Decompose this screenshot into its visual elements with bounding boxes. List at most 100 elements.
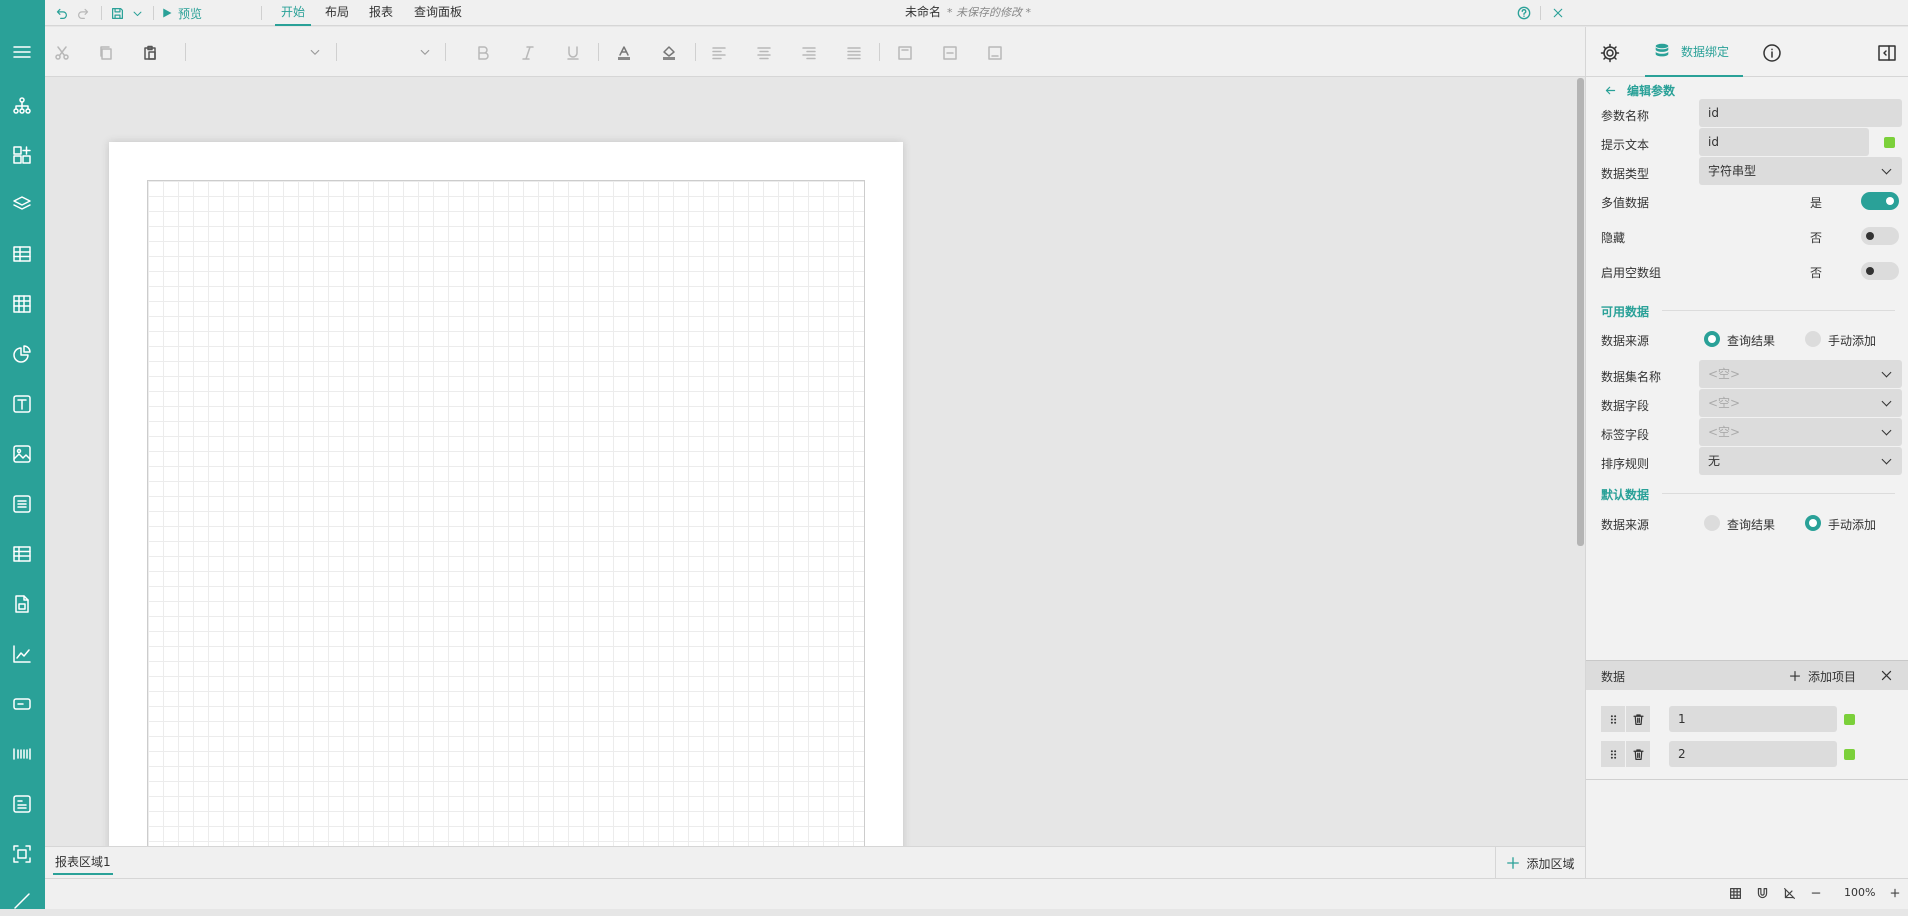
rulers-off-icon[interactable] xyxy=(1783,887,1799,903)
grid-table-icon[interactable] xyxy=(6,288,38,320)
text-box-icon[interactable] xyxy=(6,388,38,420)
collapse-panel-icon[interactable] xyxy=(1876,42,1898,64)
delete-trash-icon[interactable] xyxy=(1626,706,1650,732)
valign-middle-icon[interactable] xyxy=(940,43,960,63)
undo-icon[interactable] xyxy=(51,3,71,23)
bold-icon[interactable] xyxy=(473,43,493,63)
help-icon[interactable] xyxy=(1514,3,1534,23)
avail-source-manual-radio[interactable] xyxy=(1805,331,1821,347)
valign-top-icon[interactable] xyxy=(895,43,915,63)
label-field-select[interactable]: <空> xyxy=(1699,418,1902,446)
data-item-input[interactable]: 1 xyxy=(1669,706,1837,732)
align-justify-icon[interactable] xyxy=(844,43,864,63)
default-source-query-radio[interactable] xyxy=(1704,515,1720,531)
empty-array-toggle[interactable] xyxy=(1861,262,1899,280)
data-item-indicator[interactable] xyxy=(1844,714,1855,725)
vertical-scrollbar[interactable] xyxy=(1577,78,1584,546)
hidden-toggle[interactable] xyxy=(1861,227,1899,245)
plus-icon xyxy=(1507,857,1520,869)
preview-label: 预览 xyxy=(178,6,203,21)
data-type-select[interactable]: 字符串型 xyxy=(1699,157,1902,185)
preview-button[interactable]: 预览 xyxy=(161,3,209,23)
align-center-icon[interactable] xyxy=(754,43,774,63)
zoom-level[interactable]: 100% xyxy=(1844,886,1875,899)
report-page[interactable] xyxy=(109,142,903,846)
form-field-icon[interactable] xyxy=(6,788,38,820)
tab-report[interactable]: 报表 xyxy=(363,0,399,26)
status-bar: 100% xyxy=(45,878,1908,909)
divider xyxy=(1662,310,1895,311)
close-data-list-icon[interactable] xyxy=(1880,669,1894,683)
align-right-icon[interactable] xyxy=(799,43,819,63)
multi-value-toggle[interactable] xyxy=(1861,192,1899,210)
settings-gear-icon[interactable] xyxy=(1599,42,1621,64)
font-color-icon[interactable] xyxy=(614,43,634,63)
avail-source-query-radio[interactable] xyxy=(1704,331,1720,347)
italic-icon[interactable] xyxy=(518,43,538,63)
database-icon xyxy=(1655,43,1669,57)
data-list-header: 数据 添加项目 xyxy=(1586,660,1908,690)
shape-icon[interactable] xyxy=(6,838,38,870)
label-field-label: 标签字段 xyxy=(1601,428,1650,442)
pie-chart-icon[interactable] xyxy=(6,338,38,370)
layers-icon[interactable] xyxy=(6,188,38,220)
components-icon[interactable] xyxy=(6,139,38,171)
tab-layout[interactable]: 布局 xyxy=(319,0,355,26)
drag-handle-icon[interactable] xyxy=(1601,706,1625,732)
save-options-chevron-icon[interactable] xyxy=(129,3,145,23)
tab-data-binding[interactable]: 数据绑定 xyxy=(1645,27,1743,77)
grid-toggle-icon[interactable] xyxy=(1729,887,1745,903)
menu-icon[interactable] xyxy=(6,36,38,68)
section-tab[interactable]: 报表区域1 xyxy=(53,851,113,875)
font-family-select[interactable] xyxy=(195,41,325,65)
param-name-input[interactable]: id xyxy=(1699,99,1902,127)
add-item-button[interactable]: 添加项目 xyxy=(1789,666,1856,686)
tablix-icon[interactable] xyxy=(6,538,38,570)
tab-query-panel[interactable]: 查询面板 xyxy=(408,0,468,26)
default-source-manual-radio[interactable] xyxy=(1805,515,1821,531)
tab-start[interactable]: 开始 xyxy=(275,0,312,26)
zoom-out-icon[interactable] xyxy=(1810,887,1826,903)
underline-icon[interactable] xyxy=(563,43,583,63)
param-name-label: 参数名称 xyxy=(1601,109,1650,123)
avail-source-manual-label: 手动添加 xyxy=(1828,334,1877,348)
align-left-icon[interactable] xyxy=(709,43,729,63)
line-icon[interactable] xyxy=(6,884,38,916)
divider xyxy=(445,43,446,61)
drag-handle-icon[interactable] xyxy=(1601,741,1625,767)
design-canvas[interactable] xyxy=(45,78,1585,846)
copy-icon[interactable] xyxy=(96,43,116,63)
data-item-indicator[interactable] xyxy=(1844,749,1855,760)
data-item-input[interactable]: 2 xyxy=(1669,741,1837,767)
add-section-label: 添加区域 xyxy=(1526,856,1575,871)
paste-icon[interactable] xyxy=(140,43,160,63)
delete-trash-icon[interactable] xyxy=(1626,741,1650,767)
sort-rule-select[interactable]: 无 xyxy=(1699,447,1902,475)
localization-indicator[interactable] xyxy=(1884,137,1895,148)
image-icon[interactable] xyxy=(6,438,38,470)
dataset-name-select[interactable]: <空> xyxy=(1699,360,1902,388)
snap-magnet-icon[interactable] xyxy=(1756,887,1772,903)
save-icon[interactable] xyxy=(107,3,127,23)
background-color-icon[interactable] xyxy=(659,43,679,63)
cut-icon[interactable] xyxy=(52,43,72,63)
zoom-in-icon[interactable] xyxy=(1889,887,1905,903)
hierarchy-icon[interactable] xyxy=(6,90,38,122)
report-body-grid[interactable] xyxy=(147,180,865,846)
data-field-select[interactable]: <空> xyxy=(1699,389,1902,417)
list-icon[interactable] xyxy=(6,488,38,520)
input-field-icon[interactable] xyxy=(6,688,38,720)
font-size-select[interactable] xyxy=(345,41,435,65)
redo-icon[interactable] xyxy=(73,3,93,23)
add-section-button[interactable]: 添加区域 xyxy=(1495,847,1585,879)
valign-bottom-icon[interactable] xyxy=(985,43,1005,63)
prompt-text-input[interactable]: id xyxy=(1699,128,1869,156)
close-icon[interactable] xyxy=(1548,3,1568,23)
sparkline-icon[interactable] xyxy=(6,638,38,670)
subreport-icon[interactable] xyxy=(6,588,38,620)
info-icon[interactable] xyxy=(1761,42,1783,64)
back-link[interactable]: 编辑参数 xyxy=(1604,77,1675,103)
data-list-title: 数据 xyxy=(1601,670,1626,684)
table-icon[interactable] xyxy=(6,238,38,270)
barcode-icon[interactable] xyxy=(6,738,38,770)
